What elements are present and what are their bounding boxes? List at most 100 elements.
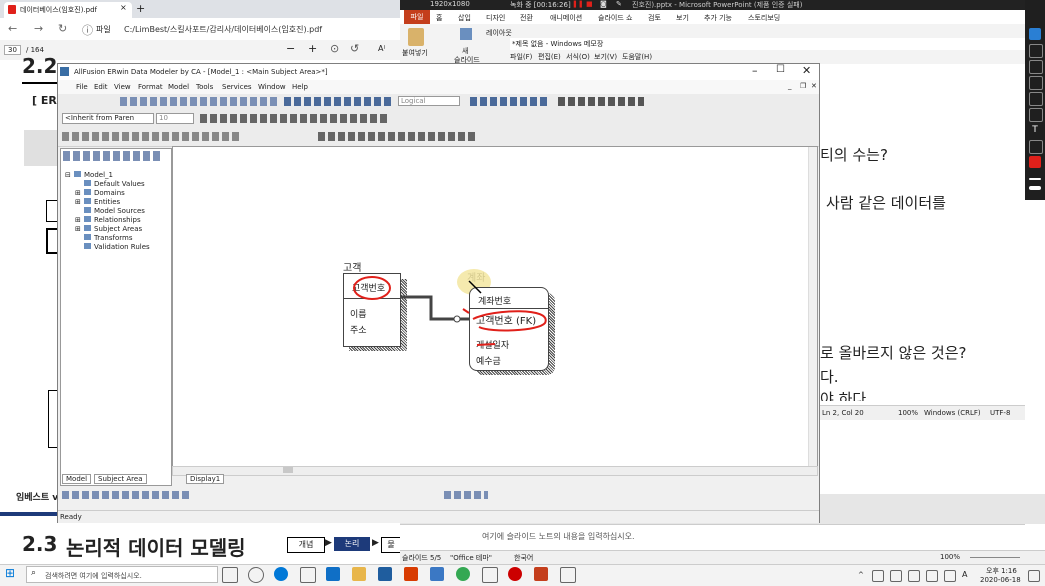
line-width-icon[interactable] — [1029, 186, 1041, 190]
tree-item[interactable]: Model Sources — [75, 207, 145, 215]
minimize-icon[interactable]: – — [752, 64, 758, 77]
store-icon[interactable] — [482, 567, 498, 583]
text-tool-icon[interactable]: T — [1029, 124, 1041, 136]
ppt-tab-home[interactable]: 홈 — [436, 13, 442, 23]
refresh-icon[interactable]: ↻ — [58, 22, 67, 35]
ppt-tab-design[interactable]: 디자인 — [486, 13, 505, 23]
canvas-hscroll[interactable] — [172, 466, 818, 476]
zoom-slider[interactable] — [970, 557, 1020, 558]
tab-display1[interactable]: Display1 — [186, 474, 225, 484]
menu-services[interactable]: Services — [222, 83, 252, 91]
tray-icon[interactable] — [872, 570, 884, 582]
inherit-select[interactable]: <Inherit from Paren — [62, 113, 154, 124]
app-icon[interactable] — [430, 567, 444, 581]
clock-time[interactable]: 오후 1:16 — [986, 566, 1017, 576]
drawing-tools-strip[interactable] — [558, 97, 644, 106]
app-icon[interactable] — [300, 567, 316, 583]
tab-model[interactable]: Model — [62, 474, 92, 484]
chrome-icon[interactable] — [456, 567, 470, 581]
page-number-input[interactable]: 30 — [4, 45, 21, 55]
menu-model[interactable]: Model — [168, 83, 189, 91]
ppt-tab-review[interactable]: 검토 — [648, 13, 661, 23]
back-arrow-icon[interactable]: ← — [8, 22, 17, 35]
notepad-menu-help[interactable]: 도움말(H) — [622, 52, 652, 62]
pen-icon[interactable] — [1029, 60, 1043, 74]
notepad-menu-edit[interactable]: 편집(E) — [538, 52, 561, 62]
notepad-icon[interactable] — [560, 567, 576, 583]
tree-item[interactable]: Transforms — [75, 234, 132, 242]
toolbar-icon-strip[interactable] — [120, 97, 280, 106]
notepad-menu-view[interactable]: 보기(V) — [594, 52, 617, 62]
edge-icon[interactable] — [274, 567, 288, 581]
read-aloud-button[interactable]: A⁾ — [378, 44, 385, 53]
app-icon[interactable] — [248, 567, 264, 583]
hscroll-thumb[interactable] — [283, 467, 293, 473]
ppt-tab-view[interactable]: 보기 — [676, 13, 689, 23]
ppt-file-tab[interactable]: 파일 — [404, 10, 430, 24]
tray-icon[interactable] — [926, 570, 938, 582]
notepad-menu-file[interactable]: 파일(F) — [510, 52, 532, 62]
menu-file[interactable]: File — [76, 83, 88, 91]
model-level-select[interactable]: Logical — [398, 96, 460, 106]
zoom-in-button[interactable]: + — [308, 42, 317, 55]
windows-start-icon[interactable]: ⊞ — [5, 566, 15, 580]
child-minimize-icon[interactable]: _ — [788, 82, 792, 90]
office-icon[interactable] — [404, 567, 418, 581]
line-width-icon[interactable] — [1029, 178, 1041, 180]
tree-item[interactable]: ⊞ Domains — [75, 189, 125, 197]
menu-edit[interactable]: Edit — [94, 83, 108, 91]
maximize-icon[interactable]: ☐ — [776, 64, 785, 75]
ppt-notes-pane[interactable]: 여기에 슬라이드 노트의 내용을 입력하십시오. — [400, 524, 1025, 551]
ppt-tab-slideshow[interactable]: 슬라이드 쇼 — [598, 13, 632, 23]
model-tools-strip[interactable] — [62, 132, 242, 141]
mail-icon[interactable] — [326, 567, 340, 581]
eraser-icon[interactable] — [1029, 140, 1043, 154]
pen-icon[interactable] — [1029, 44, 1043, 58]
ppt-tab-storyboarding[interactable]: 스토리보딩 — [748, 13, 780, 23]
red-color-swatch[interactable] — [1029, 156, 1041, 168]
network-icon[interactable] — [908, 570, 920, 582]
square-icon[interactable] — [1029, 92, 1043, 106]
taskbar-search-box[interactable]: ⌕ 검색하려면 여기에 입력하십시오. — [26, 566, 218, 583]
stop-icon[interactable]: ■ — [586, 0, 593, 8]
format-tools-strip[interactable] — [200, 114, 390, 123]
menu-format[interactable]: Format — [138, 83, 163, 91]
relationship-tools-strip[interactable] — [470, 97, 550, 106]
show-hidden-icons[interactable]: ^ — [858, 571, 864, 579]
tree-item[interactable]: ⊞ Relationships — [75, 216, 141, 224]
bottom-tools-strip[interactable] — [62, 491, 192, 499]
child-close-icon[interactable]: ✕ — [811, 82, 817, 90]
menu-tools[interactable]: Tools — [196, 83, 213, 91]
notifications-icon[interactable] — [1028, 570, 1040, 582]
close-icon[interactable]: ✕ — [802, 64, 811, 77]
font-size-select[interactable]: 10 — [156, 113, 194, 124]
menu-window[interactable]: Window — [258, 83, 286, 91]
zoom-tools-icon-strip[interactable] — [284, 97, 394, 106]
layout-label[interactable]: 레이아웃 — [486, 28, 512, 38]
tree-expander-icon[interactable]: ⊞ — [75, 198, 84, 206]
powerpoint-icon[interactable] — [534, 567, 548, 581]
ppt-tab-insert[interactable]: 삽입 — [458, 13, 471, 23]
child-restore-icon[interactable]: ❐ — [800, 82, 806, 90]
file-explorer-icon[interactable] — [352, 567, 366, 581]
new-slide-icon[interactable] — [460, 28, 472, 40]
browser-tab[interactable]: 데이터베이스(임호진).pdf × — [4, 2, 132, 18]
notepad-menu-format[interactable]: 서식(O) — [566, 52, 590, 62]
close-tab-icon[interactable]: × — [120, 3, 127, 12]
ppt-tab-animations[interactable]: 애니메이션 — [550, 13, 582, 23]
recorder-icon[interactable] — [508, 567, 522, 581]
fit-page-icon[interactable]: ⊙ — [330, 42, 339, 55]
menu-view[interactable]: View — [114, 83, 131, 91]
tree-item[interactable]: ⊞ Entities — [75, 198, 120, 206]
tree-item[interactable]: Default Values — [75, 180, 145, 188]
task-view-icon[interactable] — [222, 567, 238, 583]
tab-subject-area[interactable]: Subject Area — [94, 474, 147, 484]
pen-icon[interactable]: ✎ — [616, 0, 622, 8]
tree-expander-icon[interactable]: ⊞ — [75, 216, 84, 224]
identifying-relationship-line[interactable] — [401, 295, 469, 321]
volume-icon[interactable] — [944, 570, 956, 582]
menu-help[interactable]: Help — [292, 83, 308, 91]
pen-select-icon[interactable] — [1029, 28, 1041, 40]
bottom-tools-strip-right[interactable] — [444, 491, 488, 499]
paste-icon[interactable] — [408, 28, 424, 46]
